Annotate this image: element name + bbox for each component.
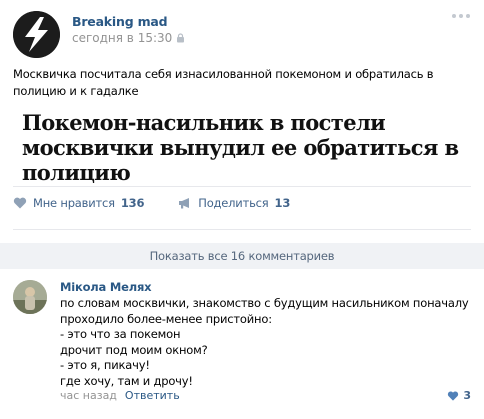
author-avatar[interactable] [13,11,60,58]
like-count: 136 [120,196,145,210]
comment-line: проходило более-менее пристойно: [60,311,272,326]
share-count: 13 [274,196,291,210]
heart-icon [448,390,459,401]
commenter-name[interactable]: Мікола Меляx [60,280,152,294]
comment-line: где хочу, там и дрочу! [60,373,193,388]
comment-like-button[interactable]: 3 [447,389,471,402]
commenter-photo [13,280,47,314]
share-button[interactable]: Поделиться 13 [178,196,290,210]
comment-footer: час назад Ответить [60,389,180,402]
megaphone-icon [179,198,190,209]
heart-icon [13,197,27,209]
show-all-comments-button[interactable]: Показать все 16 комментариев [0,243,484,269]
like-button[interactable]: Мне нравится 136 [13,196,144,210]
post-time-row: сегодня в 15:30 [72,31,185,45]
post-text: Москвичка посчитала себя изнасилованной … [13,67,434,98]
lightning-logo-icon [13,11,60,58]
comment-line: дрочит под моим окном? [60,342,208,357]
comment-line: - это я, пикачу! [60,358,150,372]
share-label: Поделиться [198,196,269,210]
divider [13,229,471,230]
post-headline[interactable]: Покемон-насильник в постели москвички вы… [22,110,477,185]
more-dots-icon[interactable] [452,14,470,18]
comment-line: - это что за покемон [60,327,181,341]
like-label: Мне нравится [33,196,115,210]
comment-time[interactable]: час назад [60,389,117,402]
wall-post: Breaking mad сегодня в 15:30 Москвичка п… [0,0,484,419]
post-actions: Мне нравится 136 Поделиться 13 [13,196,310,210]
comment-text: по словам москвички, знакомство с будущи… [60,296,470,389]
reply-button[interactable]: Ответить [125,389,180,402]
comment-line: по словам москвички, знакомство с будущи… [60,296,469,310]
lock-icon [177,33,185,43]
comment-like-count: 3 [463,389,471,402]
divider [13,186,471,187]
commenter-avatar[interactable] [13,280,47,314]
author-name[interactable]: Breaking mad [72,14,168,29]
post-time[interactable]: сегодня в 15:30 [72,31,172,45]
